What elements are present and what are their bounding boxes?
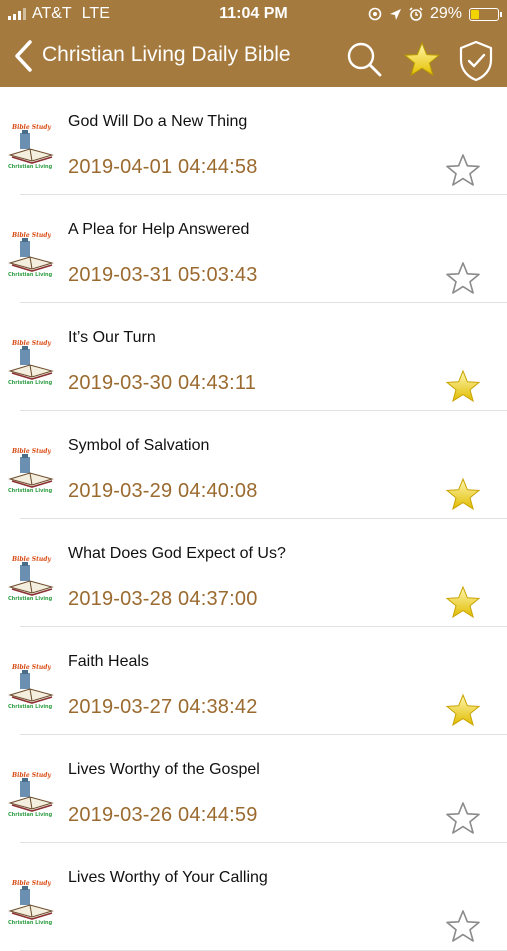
bible-study-thumbnail: Bible Study Christian Living <box>8 664 54 709</box>
list-item[interactable]: Bible Study Christian Living What Does God… <box>0 519 507 627</box>
thumb-bottom-text: Christian Living <box>8 488 53 493</box>
list-item[interactable]: Bible Study Christian Living Lives Worthy … <box>0 735 507 843</box>
page-title: Christian Living Daily Bible <box>42 43 291 66</box>
status-right: 29% <box>368 5 502 23</box>
alarm-icon <box>409 7 423 21</box>
thumb-bottom-text: Christian Living <box>8 812 53 817</box>
bible-study-thumbnail: Bible Study Christian Living <box>8 880 54 925</box>
star-filled-icon[interactable] <box>444 584 482 622</box>
article-date: 2019-03-30 04:43:11 <box>68 372 257 394</box>
thumb-bottom-text: Christian Living <box>8 380 53 385</box>
article-list: Bible Study Christian Living God Will Do a… <box>0 87 507 951</box>
thumb-bottom-text: Christian Living <box>8 272 53 277</box>
star-outline-icon[interactable] <box>444 260 482 298</box>
navigation-bar: Christian Living Daily Bible <box>0 30 507 87</box>
thumb-bottom-text: Christian Living <box>8 596 53 601</box>
thumb-top-text: Bible Study <box>11 556 51 563</box>
list-item[interactable]: Bible Study Christian Living A Plea for He… <box>0 195 507 303</box>
star-outline-icon[interactable] <box>444 800 482 838</box>
orientation-lock-icon <box>368 7 382 21</box>
bible-study-thumbnail: Bible Study Christian Living <box>8 448 54 493</box>
article-title: It’s Our Turn <box>68 329 156 346</box>
article-title: A Plea for Help Answered <box>68 221 250 238</box>
star-filled-icon[interactable] <box>444 476 482 514</box>
bible-study-thumbnail: Bible Study Christian Living <box>8 772 54 817</box>
thumb-bottom-text: Christian Living <box>8 164 53 169</box>
search-icon[interactable] <box>344 38 384 80</box>
thumb-top-text: Bible Study <box>11 448 51 455</box>
header-bar: AT&T LTE 11:04 PM 29% Christian Living D… <box>0 0 507 87</box>
article-title: What Does God Expect of Us? <box>68 545 286 562</box>
bible-study-thumbnail: Bible Study Christian Living <box>8 124 54 169</box>
article-date: 2019-03-27 04:38:42 <box>68 696 258 718</box>
article-date: 2019-04-01 04:44:58 <box>68 156 258 178</box>
thumb-bottom-text: Christian Living <box>8 920 53 925</box>
star-outline-icon[interactable] <box>444 152 482 190</box>
article-title: God Will Do a New Thing <box>68 113 248 130</box>
list-item[interactable]: Bible Study Christian Living Lives Worthy … <box>0 843 507 951</box>
thumb-top-text: Bible Study <box>11 772 51 779</box>
thumb-top-text: Bible Study <box>11 124 51 131</box>
favorites-star-icon[interactable] <box>402 40 442 80</box>
location-icon <box>389 8 401 20</box>
shield-check-icon[interactable] <box>456 39 496 83</box>
list-item[interactable]: Bible Study Christian Living God Will Do a… <box>0 87 507 195</box>
thumb-top-text: Bible Study <box>11 340 51 347</box>
thumb-top-text: Bible Study <box>11 232 51 239</box>
star-outline-icon[interactable] <box>444 908 482 946</box>
article-title: Lives Worthy of Your Calling <box>68 869 268 886</box>
list-item[interactable]: Bible Study Christian Living Faith Heals 20… <box>0 627 507 735</box>
article-title: Lives Worthy of the Gospel <box>68 761 260 778</box>
thumb-top-text: Bible Study <box>11 664 51 671</box>
article-date: 2019-03-26 04:44:59 <box>68 804 258 826</box>
thumb-bottom-text: Christian Living <box>8 704 53 709</box>
article-date: 2019-03-31 05:03:43 <box>68 264 258 286</box>
status-bar: AT&T LTE 11:04 PM 29% <box>0 0 507 30</box>
bible-study-thumbnail: Bible Study Christian Living <box>8 556 54 601</box>
article-date: 2019-03-29 04:40:08 <box>68 480 258 502</box>
battery-percent: 29% <box>429 5 462 22</box>
article-date: 2019-03-28 04:37:00 <box>68 588 258 610</box>
bible-study-thumbnail: Bible Study Christian Living <box>8 232 54 277</box>
thumb-top-text: Bible Study <box>11 880 51 887</box>
bible-study-thumbnail: Bible Study Christian Living <box>8 340 54 385</box>
list-item[interactable]: Bible Study Christian Living It’s Our Turn… <box>0 303 507 411</box>
star-filled-icon[interactable] <box>444 692 482 730</box>
battery-icon <box>469 7 502 21</box>
back-chevron-icon[interactable] <box>10 38 38 74</box>
star-filled-icon[interactable] <box>444 368 482 406</box>
list-item[interactable]: Bible Study Christian Living Symbol of Sal… <box>0 411 507 519</box>
article-title: Symbol of Salvation <box>68 437 210 454</box>
article-title: Faith Heals <box>68 653 149 670</box>
